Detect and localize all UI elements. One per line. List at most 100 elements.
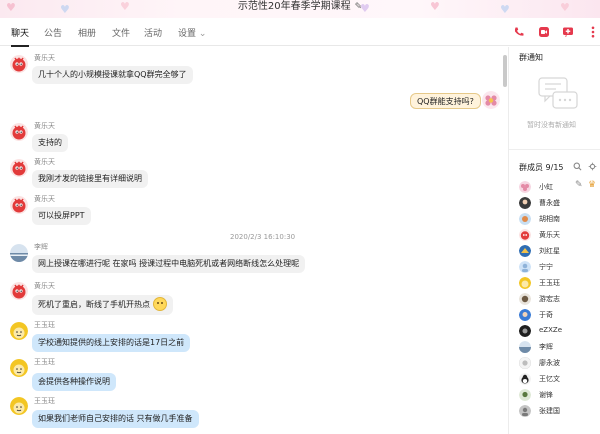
sender-name: 黄乐天 <box>34 158 55 166</box>
chat-scrollbar[interactable] <box>503 55 507 87</box>
tab-album[interactable]: 相册 <box>78 26 96 39</box>
member-item[interactable]: 曹永盛 <box>519 195 599 211</box>
member-item[interactable]: 宁宁 <box>519 259 599 275</box>
member-name: 王忆文 <box>539 375 560 383</box>
member-name: 王玉珏 <box>539 279 560 287</box>
video-button[interactable] <box>535 23 553 41</box>
member-item[interactable]: 王玉珏 <box>519 275 599 291</box>
screen-share-button[interactable] <box>559 23 577 41</box>
message-bubble[interactable]: 死机了重启，断线了手机开热点 <box>32 295 173 315</box>
member-item[interactable]: 刘红星 <box>519 243 599 259</box>
member-name: 于奇 <box>539 311 553 319</box>
avatar[interactable] <box>10 359 28 377</box>
smile-emoji-icon <box>153 296 167 311</box>
tab-activity[interactable]: 活动 <box>144 26 162 39</box>
member-name: 曹永盛 <box>539 199 560 207</box>
member-avatar-icon <box>519 405 531 417</box>
penguin-avatar-icon <box>10 282 28 300</box>
phone-button[interactable] <box>510 23 528 41</box>
avatar[interactable] <box>10 322 28 340</box>
member-item[interactable]: 李辉 <box>519 339 599 355</box>
member-avatar-icon <box>519 213 531 225</box>
message-bubble[interactable]: 学校通知提供的线上安排的话是17日之前 <box>32 334 191 352</box>
notice-empty-text: 暂时没有新通知 <box>527 121 576 129</box>
member-item[interactable]: 小虹 ✎ ♛ <box>519 179 599 195</box>
sender-name: 王玉珏 <box>34 397 55 405</box>
message-bubble[interactable]: 网上授课在哪进行呢 在家吗 授课过程中电脑死机或者网络断线怎么处理呢 <box>32 255 306 273</box>
section-divider <box>509 149 600 150</box>
penguin-avatar-icon <box>10 159 28 177</box>
member-item[interactable]: 胡相南 <box>519 211 599 227</box>
message-bubble[interactable]: 可以投屏PPT <box>32 207 91 225</box>
member-name: 谢锋 <box>539 391 553 399</box>
avatar[interactable] <box>10 397 28 415</box>
more-icon <box>591 26 595 38</box>
owner-badge-icon: ♛ <box>588 180 597 190</box>
avatar[interactable] <box>10 196 28 214</box>
member-item[interactable]: 于奇 <box>519 307 599 323</box>
member-avatar-icon <box>519 389 531 401</box>
notice-empty-illustration-icon <box>538 77 578 109</box>
tab-chat[interactable]: 聊天 <box>11 26 30 47</box>
avatar[interactable] <box>10 159 28 177</box>
tab-settings[interactable]: 设置 ⌄ <box>178 26 206 39</box>
cartoon-avatar-icon <box>10 397 28 415</box>
member-avatar-icon <box>519 197 531 209</box>
phone-icon <box>514 27 524 36</box>
right-panel: 群通知 暂时没有新通知 群成员 9/15 小虹 ✎ ♛ 曹永盛 胡相南 黄乐天 … <box>509 47 600 434</box>
member-item[interactable]: eZXZe <box>519 323 599 339</box>
member-name: 宁宁 <box>539 263 553 271</box>
sender-name: 黄乐天 <box>34 54 55 62</box>
avatar[interactable] <box>10 123 28 141</box>
sender-name: 李辉 <box>34 243 48 251</box>
message-bubble[interactable]: 我刚才发的链接里有详细说明 <box>32 170 148 188</box>
member-avatar-icon <box>519 229 531 241</box>
member-item[interactable]: 游宏志 <box>519 291 599 307</box>
avatar[interactable] <box>10 55 28 73</box>
chevron-down-icon: ⌄ <box>198 29 207 39</box>
member-item[interactable]: 黄乐天 <box>519 227 599 243</box>
member-avatar-icon <box>519 309 531 321</box>
penguin-avatar-icon <box>10 55 28 73</box>
avatar[interactable] <box>10 244 28 262</box>
member-settings-icon[interactable] <box>588 162 597 171</box>
chat-area[interactable]: 黄乐天 几十个人的小规模授课就拿QQ群完全够了 QQ群能支持吗? 黄乐天 支持的… <box>0 47 500 434</box>
sender-name: 王玉珏 <box>34 321 55 329</box>
timestamp: 2020/2/3 16:10:30 <box>230 233 296 241</box>
landscape-avatar-icon <box>10 244 28 262</box>
members-title: 群成员 9/15 <box>519 163 564 172</box>
member-search-icon[interactable] <box>573 162 582 171</box>
member-name: 廖永波 <box>539 359 560 367</box>
group-name: 示范性20年春季学期课程 <box>237 1 351 12</box>
member-avatar-icon <box>519 325 531 337</box>
member-item[interactable]: 谢锋 <box>519 387 599 403</box>
screen-share-icon <box>563 27 573 37</box>
message-bubble[interactable]: 支持的 <box>32 134 68 152</box>
edit-pencil-icon[interactable]: ✎ <box>355 0 363 14</box>
sender-name: 王玉珏 <box>34 358 55 366</box>
member-avatar-icon <box>519 373 531 385</box>
flower-avatar-icon <box>482 91 500 109</box>
member-avatar-icon <box>519 293 531 305</box>
avatar[interactable] <box>10 282 28 300</box>
own-avatar[interactable] <box>482 91 500 109</box>
member-item[interactable]: 张建国 <box>519 403 599 419</box>
member-name: 游宏志 <box>539 295 560 303</box>
message-bubble[interactable]: 会提供各种操作说明 <box>32 373 116 391</box>
member-avatar-icon <box>519 277 531 289</box>
tab-files[interactable]: 文件 <box>112 26 130 39</box>
sender-name: 黄乐天 <box>34 282 55 290</box>
sender-name: 黄乐天 <box>34 195 55 203</box>
message-bubble[interactable]: 几十个人的小规模授课就拿QQ群完全够了 <box>32 66 193 84</box>
more-button[interactable] <box>584 23 600 41</box>
tab-notice[interactable]: 公告 <box>44 26 62 39</box>
message-bubble[interactable]: 如果我们老师自己安排的话 只有做几手准备 <box>32 410 199 428</box>
member-name: 刘红星 <box>539 247 560 255</box>
message-bubble-own[interactable]: QQ群能支持吗? <box>410 93 481 109</box>
window-title: 示范性20年春季学期课程 ✎ <box>0 0 600 14</box>
member-item[interactable]: 廖永波 <box>519 355 599 371</box>
tab-settings-label: 设置 <box>178 29 197 39</box>
edit-icon[interactable]: ✎ <box>575 180 583 190</box>
title-bar: ♥ ♥ ♥ ♥ ♥ ♥ ♥ 示范性20年春季学期课程 ✎ <box>0 0 600 18</box>
member-item[interactable]: 王忆文 <box>519 371 599 387</box>
